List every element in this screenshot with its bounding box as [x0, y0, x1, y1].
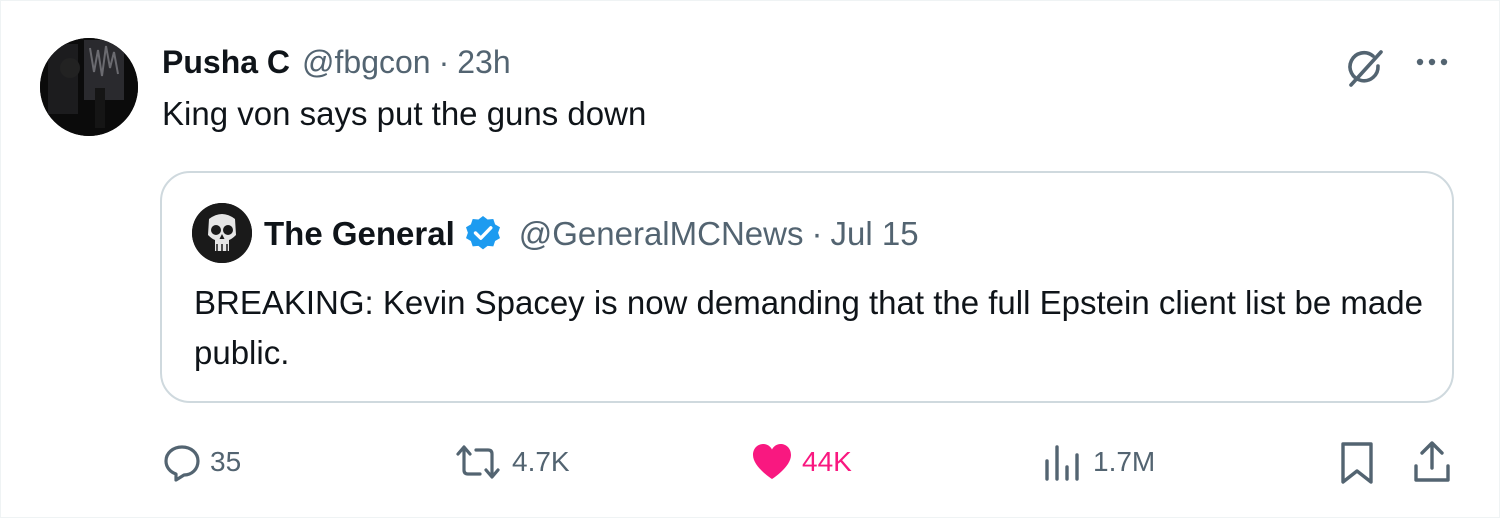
tweet-time[interactable]: 23h — [457, 44, 510, 81]
reply-count: 35 — [210, 446, 242, 477]
share-icon — [1414, 441, 1450, 482]
views-icon — [1045, 445, 1079, 481]
grok-icon[interactable] — [1343, 46, 1387, 90]
heart-icon — [753, 444, 791, 479]
like-button[interactable]: 44K — [750, 438, 852, 486]
verified-badge-icon — [465, 216, 500, 250]
reply-button[interactable]: 35 — [162, 438, 241, 486]
share-button[interactable] — [1410, 438, 1458, 486]
separator-dot: · — [438, 43, 450, 80]
quoted-time[interactable]: Jul 15 — [830, 215, 918, 253]
quoted-separator-dot: · — [811, 215, 823, 252]
reply-icon — [164, 445, 200, 482]
repost-button[interactable]: 4.7K — [452, 438, 570, 486]
views-button[interactable]: 1.7M — [1043, 438, 1155, 486]
repost-icon — [456, 445, 500, 479]
tweet-header: Pusha C @fbgcon · 23h — [162, 40, 511, 84]
quoted-text: BREAKING: Kevin Spacey is now demanding … — [194, 284, 1423, 371]
views-count: 1.7M — [1093, 446, 1156, 477]
tweet-text: King von says put the guns down — [162, 95, 647, 132]
bookmark-button[interactable] — [1337, 438, 1385, 486]
quoted-author-name[interactable]: The General — [264, 215, 455, 253]
bookmark-icon — [1341, 442, 1373, 484]
quoted-header: The General @GeneralMCNews · Jul 15 — [264, 209, 919, 259]
quoted-avatar[interactable] — [192, 203, 252, 263]
quoted-tweet[interactable]: The General @GeneralMCNews · Jul 15 BREA… — [160, 171, 1454, 403]
quoted-author-handle[interactable]: @GeneralMCNews — [519, 215, 804, 253]
avatar[interactable] — [40, 38, 138, 136]
author-handle[interactable]: @fbgcon — [302, 44, 431, 81]
more-icon[interactable] — [1410, 44, 1454, 80]
repost-count: 4.7K — [512, 446, 570, 477]
author-name[interactable]: Pusha C — [162, 44, 290, 81]
like-count: 44K — [802, 446, 852, 477]
